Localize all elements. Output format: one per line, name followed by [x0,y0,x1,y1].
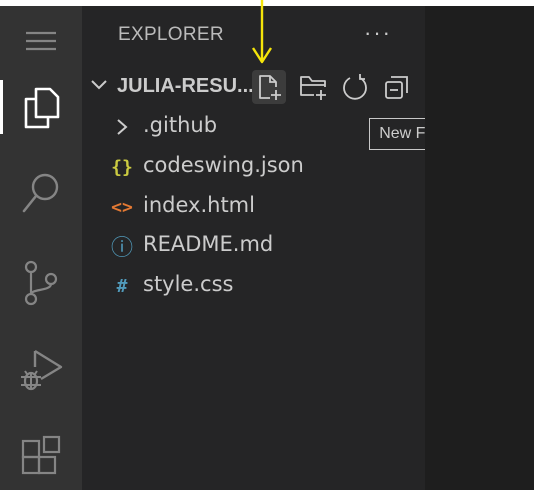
tree-item-index-html[interactable]: <> index.html [82,188,425,226]
css-hash-icon: # [116,275,128,297]
activity-bar [0,6,82,490]
collapse-folders-button[interactable] [380,70,414,104]
hamburger-menu-icon [26,31,56,51]
refresh-explorer-button[interactable] [338,70,372,104]
chevron-down-icon [91,80,107,90]
extensions-activity-button[interactable] [0,422,82,492]
tree-item-label: index.html [143,193,255,217]
source-control-icon [24,260,58,306]
files-icon [24,87,60,129]
search-icon [22,173,59,213]
extensions-icon [21,435,61,475]
html-angle-icon: <> [111,196,133,218]
new-file-icon [259,75,281,100]
tree-item-style-css[interactable]: # style.css [82,267,425,305]
menu-button[interactable] [0,6,82,76]
tree-item-label: codeswing.json [143,153,304,177]
json-braces-icon: {} [111,156,133,178]
new-folder-button[interactable] [296,70,330,104]
editor-area [425,6,534,490]
run-debug-activity-button[interactable] [0,336,82,406]
explorer-title: EXPLORER [118,24,224,45]
search-activity-button[interactable] [0,158,82,228]
source-control-activity-button[interactable] [0,248,82,318]
tree-item-label: .github [143,113,218,137]
tree-item-label: style.css [143,272,234,296]
workspace-folder-name: JULIA-RESU... [117,75,254,97]
explorer-activity-button[interactable] [0,72,82,142]
run-debug-icon [21,349,63,391]
collapse-all-icon [385,76,408,99]
chevron-right-icon [110,114,134,140]
explorer-sidebar: EXPLORER ··· JULIA-RESU... .github {} co… [82,6,465,490]
info-icon: ⓘ [110,236,133,261]
workspace-folder-header[interactable]: JULIA-RESU... [82,66,425,106]
vscode-window: EXPLORER ··· JULIA-RESU... .github {} co… [0,6,534,490]
tree-item-readme-md[interactable]: ⓘ README.md [82,227,425,265]
more-actions-button[interactable]: ··· [364,20,392,46]
annotation-arrow-icon [251,0,273,64]
tree-item-label: README.md [143,232,274,256]
tree-item-codeswing-json[interactable]: {} codeswing.json [82,148,425,186]
refresh-icon [343,74,367,100]
new-file-button[interactable] [252,70,286,104]
new-folder-icon [300,76,326,100]
